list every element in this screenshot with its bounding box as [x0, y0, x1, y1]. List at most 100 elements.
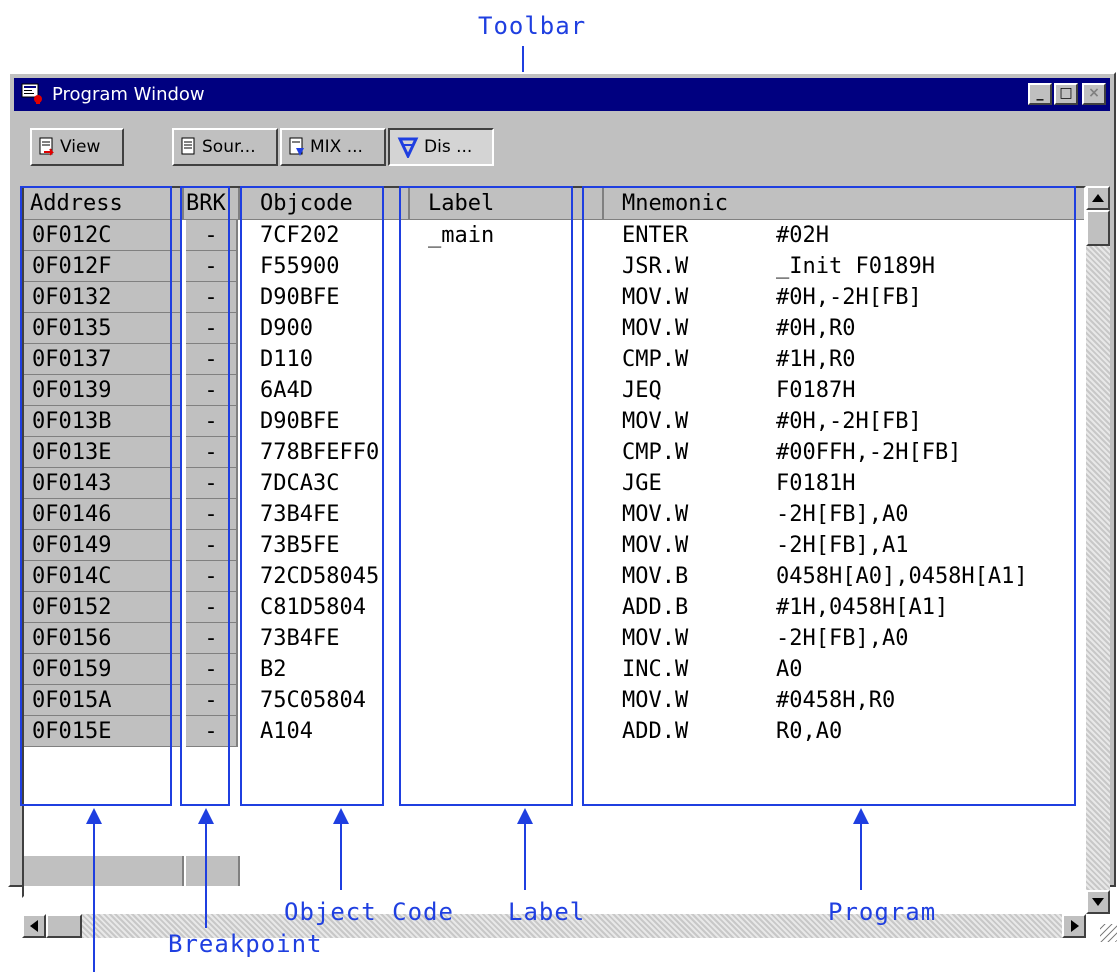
header-address[interactable]: Address [24, 188, 184, 219]
source-button[interactable]: Sour... [172, 128, 278, 166]
table-row[interactable]: 0F0156-73B4FE MOV.W -2H[FB],A0 [24, 623, 1084, 654]
header-mnemonic[interactable]: Mnemonic [604, 188, 1084, 219]
label-cell [424, 654, 598, 685]
table-row[interactable]: 0F013E -778BFEFF0 CMP.W #00FFH,-2H[FB] [24, 437, 1084, 468]
mnemonic-cell: MOV.W [622, 626, 689, 651]
brk-cell[interactable]: - [186, 220, 238, 251]
table-row[interactable]: 0F0132- D90BFE MOV.W #0H,-2H[FB] [24, 282, 1084, 313]
operand-cell: R0,A0 [776, 719, 843, 744]
brk-cell[interactable]: - [186, 406, 238, 437]
table-row[interactable]: 0F0152- C81D5804 ADD.B #1H,0458H[A1] [24, 592, 1084, 623]
footer-address-cell [24, 856, 184, 886]
dis-icon [397, 137, 419, 158]
table-row[interactable]: 0F015A -75C05804 MOV.W #0458H,R0 [24, 685, 1084, 716]
objcode-cell: F55900 [260, 254, 340, 279]
mnemonic-cell: ENTER [622, 223, 689, 248]
scroll-left-icon [30, 920, 38, 932]
brk-cell[interactable]: - [186, 592, 238, 623]
address-cell: 0F015E [24, 716, 182, 747]
label-cell [424, 437, 598, 468]
scroll-up-button[interactable] [1086, 186, 1110, 210]
vertical-scroll-thumb[interactable] [1086, 210, 1110, 246]
objcode-cell: D110 [260, 347, 313, 372]
program-window-icon [21, 83, 42, 104]
operand-cell: #0H,-2H[FB] [776, 285, 922, 310]
scroll-left-button[interactable] [22, 914, 46, 938]
table-row[interactable]: 0F013B - D90BFE MOV.W #0H,-2H[FB] [24, 406, 1084, 437]
address-cell: 0F012F [24, 251, 182, 282]
brk-cell[interactable]: - [186, 468, 238, 499]
table-row[interactable]: 0F012F - F55900 JSR.W _Init F0189H [24, 251, 1084, 282]
mnemonic-cell: MOV.W [622, 285, 689, 310]
operand-cell: #1H,R0 [776, 347, 856, 372]
label-cell [424, 468, 598, 499]
brk-cell[interactable]: - [186, 623, 238, 654]
header-label[interactable]: Label [410, 188, 604, 219]
brk-cell[interactable]: - [186, 251, 238, 282]
objcode-cell: 73B4FE [260, 626, 340, 651]
label-cell: _main [428, 223, 495, 248]
brk-cell[interactable]: - [186, 313, 238, 344]
address-cell: 0F012C [24, 220, 182, 251]
brk-cell[interactable]: - [186, 654, 238, 685]
table-row[interactable]: 0F0143-7DCA3C JGE F0181H [24, 468, 1084, 499]
brk-cell[interactable]: - [186, 685, 238, 716]
operand-cell: -2H[FB],A0 [776, 626, 909, 651]
program-window: Program Window _ □ × View Sour... MIX ..… [8, 72, 1117, 942]
vertical-scrollbar[interactable] [1086, 186, 1110, 914]
table-row[interactable]: 0F0159- B2 INC.W A0 [24, 654, 1084, 685]
table-row[interactable]: 0F0146-73B4FE MOV.W -2H[FB],A0 [24, 499, 1084, 530]
close-icon: × [1088, 85, 1100, 101]
scroll-down-button[interactable] [1086, 890, 1110, 914]
table-row[interactable]: 0F0135- D900 MOV.W #0H,R0 [24, 313, 1084, 344]
horizontal-scroll-thumb[interactable] [46, 914, 82, 938]
objcode-arrow-line [340, 822, 342, 890]
resize-grip[interactable] [1100, 924, 1117, 942]
table-row[interactable]: 0F0149-73B5FE MOV.W -2H[FB],A1 [24, 530, 1084, 561]
callout-toolbar: Toolbar [478, 12, 587, 40]
label-cell [424, 685, 598, 716]
table-row[interactable]: 0F012C -7CF202 _main ENTER #02H [24, 220, 1084, 251]
brk-cell[interactable]: - [186, 716, 238, 747]
label-arrow-line [524, 822, 526, 890]
table-row[interactable]: 0F0139-6A4D JEQ F0187H [24, 375, 1084, 406]
objcode-cell: A104 [260, 719, 313, 744]
table-row[interactable]: 0F014C -72CD58045 MOV.B 0458H[A0],0458H[A1] [24, 561, 1084, 592]
scroll-right-button[interactable] [1062, 914, 1086, 938]
header-brk[interactable]: BRK [184, 188, 240, 219]
brk-cell[interactable]: - [186, 561, 238, 592]
mnemonic-cell: JGE [622, 471, 662, 496]
mnemonic-cell: CMP.W [622, 347, 689, 372]
label-cell [424, 623, 598, 654]
close-button[interactable]: × [1082, 83, 1106, 105]
brk-cell[interactable]: - [186, 530, 238, 561]
header-objcode[interactable]: Objcode [240, 188, 410, 219]
title-bar[interactable]: Program Window _ □ × [14, 78, 1110, 111]
address-cell: 0F0156 [24, 623, 182, 654]
table-row[interactable]: 0F0137- D110 CMP.W #1H,R0 [24, 344, 1084, 375]
disassembly-grid[interactable]: Address BRK Objcode Label Mnemonic 0F012… [22, 186, 1086, 898]
brk-cell[interactable]: - [186, 344, 238, 375]
maximize-button[interactable]: □ [1054, 83, 1078, 105]
operand-cell: #1H,0458H[A1] [776, 595, 949, 620]
label-cell [424, 313, 598, 344]
table-row[interactable]: 0F015E - A104 ADD.W R0,A0 [24, 716, 1084, 747]
objcode-cell: D900 [260, 316, 313, 341]
minimize-icon: _ [1036, 85, 1044, 101]
brk-cell[interactable]: - [186, 375, 238, 406]
mnemonic-cell: MOV.W [622, 533, 689, 558]
minimize-button[interactable]: _ [1028, 83, 1052, 105]
operand-cell: F0187H [776, 378, 856, 403]
objcode-cell: 6A4D [260, 378, 313, 403]
label-cell [424, 282, 598, 313]
brk-cell[interactable]: - [186, 282, 238, 313]
label-cell [424, 530, 598, 561]
dis-button[interactable]: Dis ... [388, 128, 494, 166]
brk-cell[interactable]: - [186, 499, 238, 530]
brk-cell[interactable]: - [186, 437, 238, 468]
view-button[interactable]: View [30, 128, 124, 166]
operand-cell: -2H[FB],A1 [776, 533, 909, 558]
address-cell: 0F0135 [24, 313, 182, 344]
operand-cell: #00FFH,-2H[FB] [776, 440, 962, 465]
mix-button[interactable]: MIX ... [280, 128, 386, 166]
